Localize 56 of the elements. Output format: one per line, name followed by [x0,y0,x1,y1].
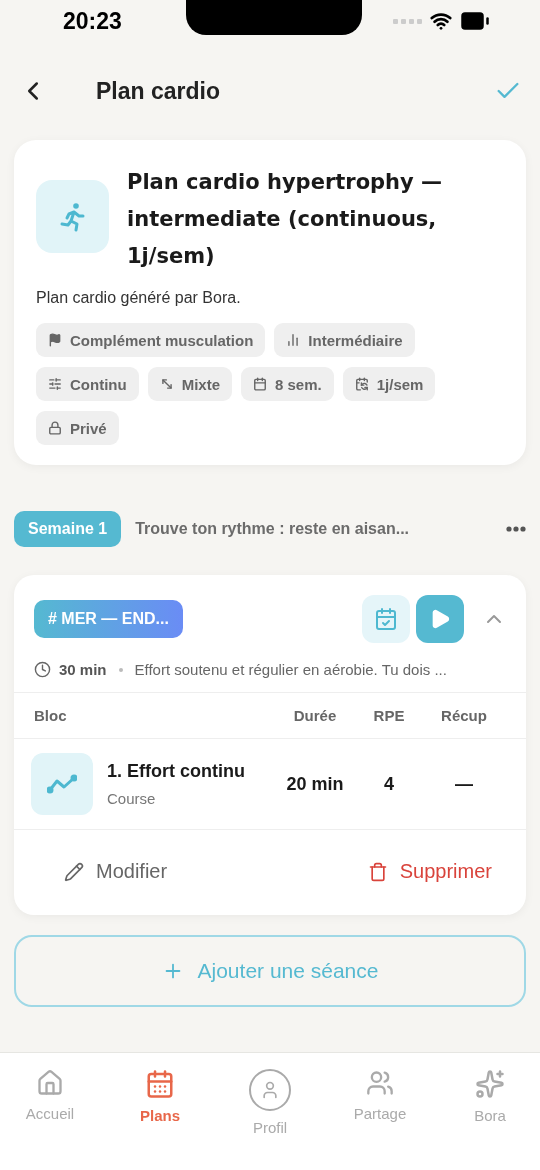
week-subtitle: Trouve ton rythme : reste en aisan... [135,520,410,538]
tag-label: Privé [70,419,107,437]
plan-title: Plan cardio hypertrophy — intermediate (continuous, 1j/sem) [127,169,444,270]
status-time: 20:23 [63,7,122,35]
calendar-repeat-icon [354,377,369,391]
wifi-icon [430,10,452,32]
session-duration: 30 min [59,661,107,678]
tab-item[interactable]: Bora [450,1069,530,1139]
week-badge: Semaine 1 [14,511,122,547]
schedule-button[interactable] [362,595,410,643]
table-cell-text: — [454,773,474,795]
table-cell-text: 4 [383,773,395,795]
plan-description: Plan cardio généré par Bora. [36,289,242,307]
tag-label: 1j/sem [376,375,424,393]
tag-label: Continu [70,375,127,393]
clock-icon [34,661,51,678]
calendar-icon [253,377,267,391]
column-header: Récup [440,706,488,726]
bars-icon [286,333,301,347]
diagonal-arrows-icon [159,377,174,391]
edit-button[interactable]: Modifier [64,860,168,883]
column-header: Bloc [34,706,68,726]
people-icon [366,1069,394,1097]
sliders-icon [48,377,62,391]
tab-item[interactable]: Profil [230,1069,310,1139]
more-icon [506,526,526,532]
home-icon [36,1069,64,1097]
table-cell-text: 20 min [285,773,345,795]
play-button[interactable] [416,595,464,643]
tab-item[interactable]: Plans [120,1069,200,1139]
block-name: 1. Effort continu [107,761,245,782]
column-header: RPE [372,706,406,726]
session-summary: Effort soutenu et régulier en aérobie. Tu dois ... [134,661,447,678]
tag-label: Intermédiaire [308,331,403,349]
edit-icon [64,861,84,882]
profile-icon [249,1069,291,1111]
sparkles-icon [475,1069,505,1099]
tag-label: Complément musculation [70,331,254,349]
block-sport: Course [107,790,157,807]
more-button[interactable] [506,526,526,532]
tag-label: 8 sem. [275,375,322,393]
tag-label: Mixte [181,375,220,393]
lock-icon [48,421,62,435]
delete-icon [367,861,388,882]
calendar-icon [145,1069,175,1099]
add-session-button[interactable]: Ajouter une séance [14,935,526,1007]
column-header: Durée [292,706,338,726]
tab-item[interactable]: Partage [340,1069,420,1139]
flag-icon [48,333,62,347]
tab-item[interactable]: Accueil [10,1069,90,1139]
session-tag: # MER — END... [34,600,183,638]
signal-icon [393,18,422,24]
page-title: Plan cardio [96,77,221,105]
calendar-check-icon [374,607,398,631]
delete-button[interactable]: Supprimer [367,860,492,883]
runner-icon [36,180,109,253]
